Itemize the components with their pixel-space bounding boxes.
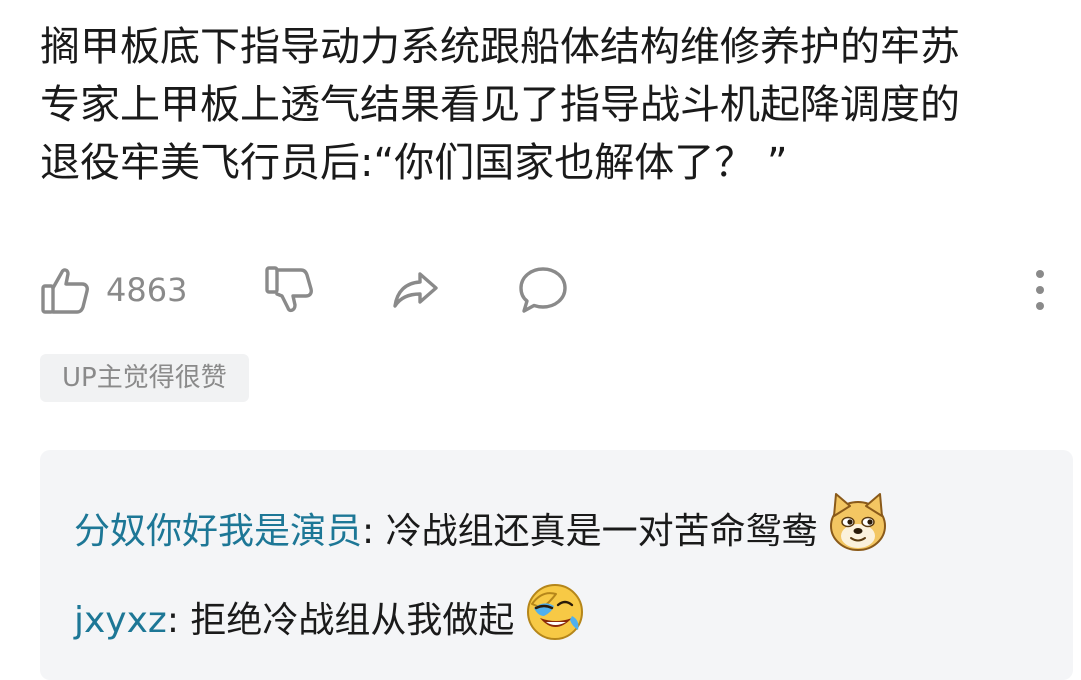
doge-emote — [826, 490, 890, 573]
reply-separator: : — [362, 510, 375, 552]
reply-text: 拒绝冷战组从我做起 — [178, 599, 515, 641]
thumbs-down-icon — [264, 264, 316, 316]
comment-text: 搁甲板底下指导动力系统跟船体结构维修养护的牢苏 专家上甲板上透气结果看见了指导战… — [40, 24, 960, 186]
thumbs-up-icon — [40, 264, 92, 316]
reply-text: 冷战组还真是一对苦命鸳鸯 — [374, 510, 818, 552]
reply-preview-panel[interactable]: 分奴你好我是演员 : 冷战组还真是一对苦命鸳鸯 jxyxz : 拒绝冷战组从我做… — [40, 450, 1073, 680]
dislike-button[interactable] — [264, 262, 316, 318]
reply-username[interactable]: jxyxz — [74, 591, 167, 651]
comment-bubble-icon — [516, 263, 570, 317]
share-button[interactable] — [390, 262, 442, 318]
comment-action-bar: 4863 — [40, 262, 1060, 318]
reply-item[interactable]: 分奴你好我是演员 : 冷战组还真是一对苦命鸳鸯 — [74, 490, 890, 573]
more-vertical-icon — [1030, 264, 1050, 316]
share-icon — [390, 264, 442, 316]
reply-username[interactable]: 分奴你好我是演员 — [74, 502, 362, 562]
reply-item[interactable]: jxyxz : 拒绝冷战组从我做起 — [74, 578, 588, 663]
laughing-crying-emote — [522, 578, 588, 663]
up-liked-badge: UP主觉得很赞 — [40, 354, 249, 402]
reply-separator: : — [166, 599, 179, 641]
reply-button[interactable] — [516, 262, 570, 318]
like-button[interactable]: 4863 — [40, 262, 187, 318]
more-options-button[interactable] — [1030, 262, 1050, 318]
like-count: 4863 — [106, 271, 188, 309]
